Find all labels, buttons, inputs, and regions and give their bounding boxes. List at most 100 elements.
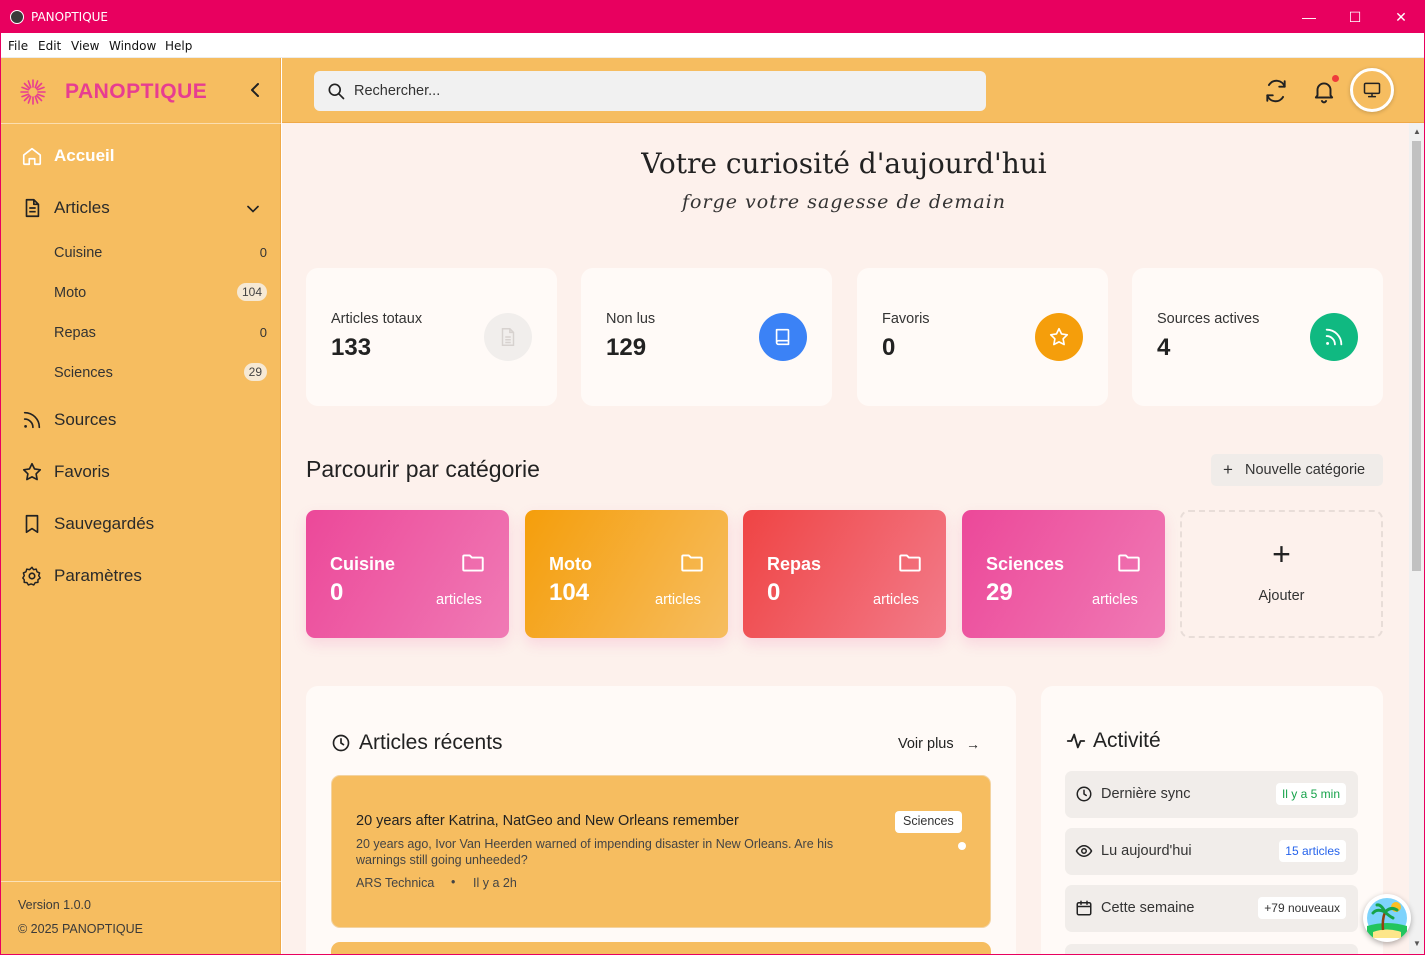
search-box[interactable] — [314, 71, 986, 111]
recent-articles-panel: Articles récents Voir plus → 20 years af… — [306, 686, 1016, 954]
sidebar-item-label: Accueil — [54, 146, 115, 165]
chevron-left-icon[interactable] — [243, 78, 267, 102]
category-name: Repas — [767, 554, 822, 574]
category-count: 29 — [986, 579, 1013, 606]
stat-icon-circle — [759, 313, 807, 361]
sidebar-subitem-sciences[interactable]: Sciences 29 — [1, 359, 281, 389]
arrow-right-icon[interactable]: → — [966, 736, 980, 752]
category-card-moto[interactable]: Moto 104 articles — [525, 510, 728, 638]
category-unit: articles — [655, 592, 701, 608]
article-time: Il y a 2h — [473, 876, 517, 890]
activity-value: 15 articles — [1279, 840, 1346, 862]
star-icon — [1049, 327, 1069, 346]
category-unit: articles — [1092, 592, 1138, 608]
stat-value: 0 — [882, 334, 896, 361]
category-unit: articles — [873, 592, 919, 608]
menu-window[interactable]: Window — [109, 39, 156, 53]
stat-label: Non lus — [606, 311, 656, 327]
minimize-button[interactable]: — — [1286, 1, 1332, 33]
activity-label: Lu aujourd'hui — [1101, 843, 1192, 859]
folder-icon — [899, 554, 921, 572]
clock-icon — [332, 734, 350, 752]
article-description: 20 years ago, Ivor Van Heerden warned of… — [356, 837, 834, 867]
maximize-button[interactable]: ☐ — [1332, 1, 1378, 33]
sidebar: PANOPTIQUE Accueil Articles Cuisine 0 Mo… — [1, 58, 281, 954]
activity-label: Dernière sync — [1101, 786, 1191, 802]
monitor-button[interactable] — [1350, 68, 1394, 112]
sidebar-item-label: Paramètres — [54, 566, 142, 585]
star-icon — [22, 462, 42, 481]
category-count: 0 — [767, 579, 781, 606]
clock-icon — [1076, 786, 1092, 802]
see-more-link[interactable]: Voir plus — [898, 736, 954, 752]
menu-edit[interactable]: Edit — [38, 39, 61, 53]
sidebar-item-sources[interactable]: Sources — [1, 401, 281, 441]
scroll-up-arrow[interactable]: ▲ — [1413, 127, 1421, 136]
sidebar-subitem-repas[interactable]: Repas 0 — [1, 319, 281, 349]
stat-card-sources: Sources actives 4 — [1132, 268, 1383, 406]
chevron-down-icon[interactable] — [243, 199, 263, 219]
stat-value: 133 — [331, 334, 372, 361]
palm-tree-widget[interactable] — [1363, 894, 1411, 942]
folder-icon — [681, 554, 703, 572]
subitem-label: Sciences — [54, 365, 113, 381]
stat-icon-circle — [484, 313, 532, 361]
meta-separator: • — [451, 875, 456, 889]
category-card-cuisine[interactable]: Cuisine 0 articles — [306, 510, 509, 638]
category-card-repas[interactable]: Repas 0 articles — [743, 510, 946, 638]
sidebar-item-label: Sources — [54, 410, 117, 429]
category-count: 0 — [330, 579, 344, 606]
scroll-down-arrow[interactable]: ▼ — [1413, 939, 1421, 948]
stat-value: 129 — [606, 334, 647, 361]
main-scrollbar[interactable]: ▲ ▼ — [1409, 123, 1424, 954]
search-input[interactable] — [354, 79, 954, 103]
new-category-label: Nouvelle catégorie — [1245, 462, 1366, 478]
menu-file[interactable]: File — [8, 39, 28, 53]
rss-icon — [23, 411, 41, 429]
sidebar-item-favoris[interactable]: Favoris — [1, 453, 281, 493]
sidebar-item-sauvegardes[interactable]: Sauvegardés — [1, 505, 281, 545]
sidebar-divider — [1, 123, 281, 124]
sidebar-item-label: Sauvegardés — [54, 514, 155, 533]
title-bar: PANOPTIQUE — ☐ ✕ — [1, 1, 1424, 33]
category-name: Moto — [549, 554, 592, 574]
activity-value: +79 nouveaux — [1258, 897, 1346, 919]
category-card-sciences[interactable]: Sciences 29 articles — [962, 510, 1165, 638]
refresh-icon[interactable] — [1263, 78, 1289, 104]
notification-dot — [1332, 75, 1339, 82]
stat-card-unread: Non lus 129 — [581, 268, 832, 406]
activity-label: Cette semaine — [1101, 900, 1195, 916]
sidebar-item-accueil[interactable]: Accueil — [1, 137, 281, 177]
brand-name: PANOPTIQUE — [65, 80, 208, 103]
sidebar-subitem-cuisine[interactable]: Cuisine 0 — [1, 239, 281, 269]
close-button[interactable]: ✕ — [1378, 1, 1424, 33]
stat-card-total: Articles totaux 133 — [306, 268, 557, 406]
palm-tree-icon — [1367, 898, 1407, 938]
new-category-button[interactable]: + Nouvelle catégorie — [1211, 454, 1383, 486]
article-card[interactable] — [331, 942, 991, 954]
sidebar-item-parametres[interactable]: Paramètres — [1, 557, 281, 597]
category-unit: articles — [436, 592, 482, 608]
subitem-label: Moto — [54, 285, 87, 301]
menu-help[interactable]: Help — [165, 39, 192, 53]
top-bar — [282, 58, 1424, 123]
activity-pulse-icon — [1066, 733, 1086, 749]
gear-icon — [22, 566, 41, 586]
category-count: 104 — [549, 579, 590, 606]
rss-icon — [1325, 328, 1343, 346]
bell-icon[interactable] — [1311, 78, 1337, 104]
article-card[interactable]: 20 years after Katrina, NatGeo and New O… — [331, 775, 991, 928]
menu-view[interactable]: View — [71, 39, 99, 53]
monitor-icon — [1363, 82, 1381, 98]
sidebar-subitem-moto[interactable]: Moto 104 — [1, 279, 281, 309]
file-icon — [501, 328, 515, 346]
sidebar-item-articles[interactable]: Articles — [1, 189, 281, 229]
subitem-count-badge: 29 — [243, 363, 267, 381]
eye-icon — [1075, 844, 1093, 858]
book-icon — [775, 328, 790, 346]
scroll-thumb[interactable] — [1412, 141, 1421, 571]
stat-value: 4 — [1157, 334, 1171, 361]
stat-label: Favoris — [882, 311, 930, 327]
sidebar-item-label: Articles — [54, 198, 110, 217]
add-category-card[interactable]: + Ajouter — [1180, 510, 1383, 638]
